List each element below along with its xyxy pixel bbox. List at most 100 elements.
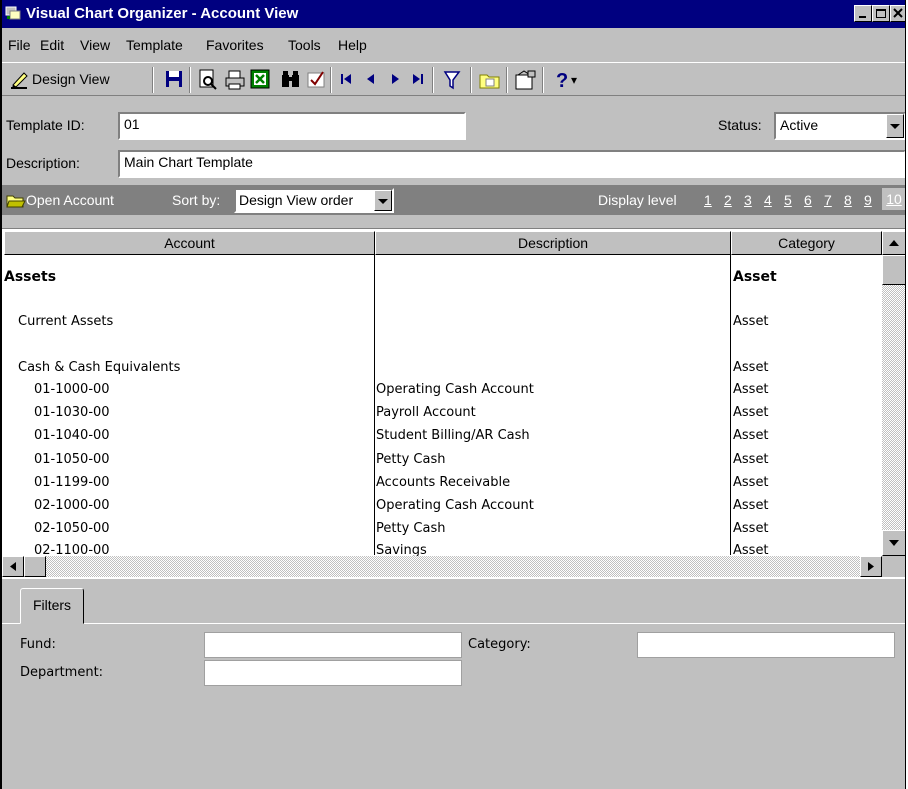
category-input[interactable]	[637, 632, 895, 658]
status-label: Status:	[718, 117, 762, 133]
horizontal-scroll-thumb[interactable]	[24, 556, 46, 577]
print-icon[interactable]	[224, 69, 246, 91]
tab-filters[interactable]: Filters	[20, 588, 84, 624]
template-id-value: 01	[124, 116, 140, 132]
sort-by-dropdown-button[interactable]	[374, 190, 392, 211]
app-icon	[5, 6, 21, 20]
level-link-7[interactable]: 7	[824, 192, 832, 208]
close-icon	[893, 8, 903, 18]
menu-favorites[interactable]: Favorites	[206, 37, 264, 53]
cell-category: Asset	[733, 269, 777, 285]
cell-category: Asset	[733, 521, 769, 536]
cell-account: 01-1000-00	[34, 382, 110, 397]
cell-description: Operating Cash Account	[376, 498, 534, 513]
arrow-down-icon	[889, 540, 899, 546]
excel-export-icon[interactable]	[250, 69, 270, 91]
save-icon[interactable]	[164, 69, 184, 91]
level-link-3[interactable]: 3	[744, 192, 752, 208]
close-button[interactable]	[890, 5, 905, 22]
accounts-grid[interactable]: Account Description Category Assets Asset…	[2, 228, 905, 579]
cell-category: Asset	[733, 382, 769, 397]
next-record-icon[interactable]	[388, 69, 402, 91]
column-header-category[interactable]: Category	[731, 231, 882, 255]
svg-text:?: ?	[556, 70, 568, 91]
menu-view[interactable]: View	[80, 37, 110, 53]
description-label: Description:	[6, 155, 80, 171]
help-icon[interactable]: ? ▾	[554, 69, 584, 91]
scroll-left-button[interactable]	[2, 556, 24, 577]
maximize-icon	[876, 9, 886, 18]
toolbar-separator	[542, 67, 544, 93]
scroll-down-button[interactable]	[882, 530, 905, 556]
vertical-scrollbar[interactable]	[882, 231, 905, 556]
fund-label: Fund:	[20, 637, 56, 652]
design-view-label: Design View	[32, 71, 110, 87]
open-account-button[interactable]: Open Account	[6, 191, 156, 211]
scrollbar-corner	[882, 556, 905, 577]
menu-edit[interactable]: Edit	[40, 37, 64, 53]
level-link-4[interactable]: 4	[764, 192, 772, 208]
fund-input[interactable]	[204, 632, 462, 658]
level-link-9[interactable]: 9	[864, 192, 872, 208]
cell-account: Current Assets	[18, 314, 114, 329]
cell-account: 02-1000-00	[34, 498, 110, 513]
scroll-thumb[interactable]	[882, 255, 905, 285]
folder-icon[interactable]	[478, 69, 502, 91]
scroll-right-button[interactable]	[860, 556, 882, 577]
filter-funnel-icon[interactable]	[442, 69, 464, 91]
cell-description: Operating Cash Account	[376, 382, 534, 397]
print-preview-icon[interactable]	[198, 69, 218, 91]
level-link-1[interactable]: 1	[704, 192, 712, 208]
chevron-down-icon	[378, 199, 388, 204]
scroll-up-button[interactable]	[882, 231, 905, 255]
level-link-10-selected[interactable]: 10	[882, 188, 905, 210]
arrow-up-icon	[889, 240, 899, 246]
cell-account: Cash & Cash Equivalents	[18, 360, 181, 375]
toolbar-separator	[152, 67, 154, 93]
level-link-2[interactable]: 2	[724, 192, 732, 208]
minimize-icon	[859, 16, 866, 18]
first-record-icon[interactable]	[338, 69, 354, 91]
description-input[interactable]: Main Chart Template	[118, 150, 905, 178]
arrow-right-icon	[868, 562, 874, 571]
title-bar[interactable]: Visual Chart Organizer - Account View	[2, 0, 905, 28]
cell-description: Petty Cash	[376, 452, 446, 467]
menu-template[interactable]: Template	[126, 37, 183, 53]
cell-category: Asset	[733, 475, 769, 490]
menu-file[interactable]: File	[8, 37, 31, 53]
status-value: Active	[780, 117, 819, 133]
column-header-description[interactable]: Description	[375, 231, 731, 255]
sort-by-select[interactable]: Design View order	[234, 188, 394, 213]
find-binoculars-icon[interactable]	[280, 69, 302, 91]
design-view-button[interactable]: Design View	[8, 69, 148, 91]
cell-account: 01-1199-00	[34, 475, 110, 490]
level-link-6[interactable]: 6	[804, 192, 812, 208]
cell-description: Payroll Account	[376, 405, 476, 420]
sort-by-label: Sort by:	[172, 192, 221, 208]
cell-category: Asset	[733, 498, 769, 513]
maximize-button[interactable]	[872, 5, 890, 22]
display-level-label: Display level	[598, 192, 677, 208]
level-link-8[interactable]: 8	[844, 192, 852, 208]
column-divider	[730, 255, 731, 555]
column-header-account[interactable]: Account	[4, 231, 375, 255]
level-link-5[interactable]: 5	[784, 192, 792, 208]
cell-category: Asset	[733, 452, 769, 467]
cell-account: 02-1050-00	[34, 521, 110, 536]
previous-record-icon[interactable]	[364, 69, 378, 91]
status-dropdown-button[interactable]	[886, 114, 904, 138]
window-title: Visual Chart Organizer - Account View	[26, 5, 299, 22]
minimize-button[interactable]	[854, 5, 872, 22]
menu-tools[interactable]: Tools	[288, 37, 321, 53]
properties-icon[interactable]	[514, 69, 538, 91]
department-input[interactable]	[204, 660, 462, 686]
department-label: Department:	[20, 665, 104, 680]
horizontal-scrollbar[interactable]	[2, 556, 882, 577]
account-bar: Open Account Sort by: Design View order …	[2, 185, 905, 215]
template-id-input[interactable]: 01	[118, 112, 466, 140]
last-record-icon[interactable]	[410, 69, 426, 91]
sort-by-value: Design View order	[239, 192, 354, 208]
validate-check-icon[interactable]	[306, 69, 326, 91]
menu-help[interactable]: Help	[338, 37, 367, 53]
status-select[interactable]: Active	[774, 112, 905, 140]
